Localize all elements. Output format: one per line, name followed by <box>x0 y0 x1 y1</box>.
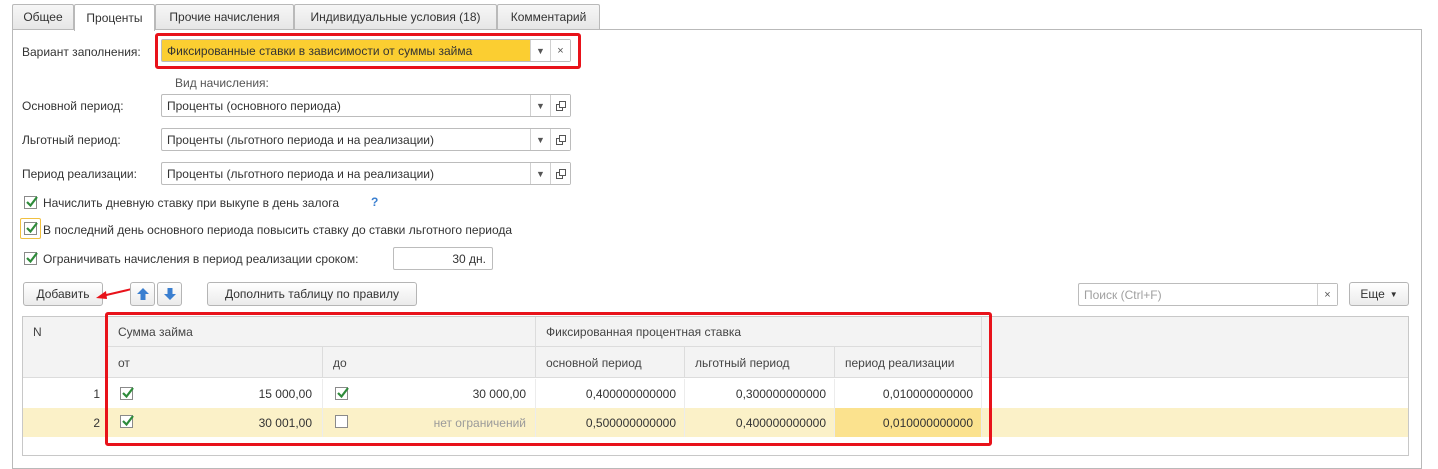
daily-rate-label: Начислить дневную ставку при выкупе в де… <box>43 196 340 210</box>
arrow-down-icon <box>163 288 176 300</box>
checkmark-icon <box>26 196 38 208</box>
header-n[interactable]: N <box>23 317 108 378</box>
tab-interest[interactable]: Проценты <box>74 4 155 31</box>
sale-period-select[interactable]: Проценты (льготного периода и на реализа… <box>161 162 571 185</box>
move-down-button[interactable] <box>157 282 182 306</box>
tab-comment[interactable]: Комментарий <box>497 4 600 29</box>
move-up-button[interactable] <box>130 282 155 306</box>
arrow-up-icon <box>136 288 149 300</box>
dropdown-arrow-icon[interactable]: ▼ <box>530 163 550 184</box>
more-button[interactable]: Еще ▼ <box>1349 282 1409 306</box>
main-period-select[interactable]: Проценты (основного периода) ▼ <box>161 94 571 117</box>
search-input[interactable]: Поиск (Ctrl+F) × <box>1078 283 1338 306</box>
checkmark-icon <box>26 222 38 234</box>
tab-individual-terms[interactable]: Индивидуальные условия (18) <box>294 4 497 29</box>
daily-rate-checkbox[interactable] <box>24 196 38 209</box>
clear-search-icon[interactable]: × <box>1317 284 1337 305</box>
main-period-label: Основной период: <box>22 99 124 113</box>
limit-label: Ограничивать начисления в период реализа… <box>43 252 359 266</box>
tab-general[interactable]: Общее <box>12 4 74 29</box>
checkmark-icon <box>26 252 38 264</box>
grace-period-label: Льготный период: <box>22 133 121 147</box>
fill-by-rule-button[interactable]: Дополнить таблицу по правилу <box>207 282 417 306</box>
header-filler <box>982 317 1408 378</box>
open-item-icon[interactable] <box>550 163 570 184</box>
open-item-icon[interactable] <box>550 95 570 116</box>
raise-rate-checkbox[interactable] <box>24 222 38 235</box>
open-item-icon[interactable] <box>550 129 570 150</box>
highlight-frame-fill-variant <box>155 33 581 69</box>
dropdown-arrow-icon[interactable]: ▼ <box>530 129 550 150</box>
highlight-frame-table <box>105 312 992 446</box>
limit-checkbox[interactable] <box>24 252 38 265</box>
add-button[interactable]: Добавить <box>23 282 103 306</box>
fill-variant-label: Вариант заполнения: <box>22 45 141 59</box>
tab-other-charges[interactable]: Прочие начисления <box>155 4 294 29</box>
dropdown-arrow-icon[interactable]: ▼ <box>530 95 550 116</box>
chevron-down-icon: ▼ <box>1389 289 1398 299</box>
accrual-type-label: Вид начисления: <box>175 76 269 90</box>
help-icon[interactable]: ? <box>371 195 378 209</box>
raise-rate-label: В последний день основного периода повыс… <box>43 223 513 237</box>
limit-days-input[interactable]: 30 дн. <box>393 247 493 270</box>
sale-period-label: Период реализации: <box>22 167 137 181</box>
grace-period-select[interactable]: Проценты (льготного периода и на реализа… <box>161 128 571 151</box>
